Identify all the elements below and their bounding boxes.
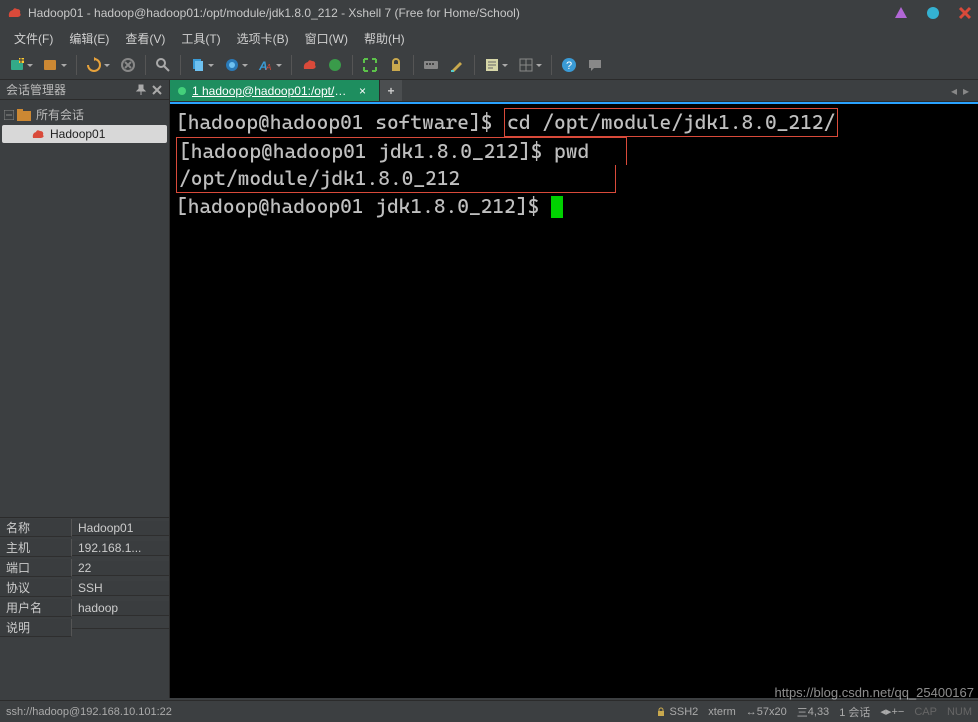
- collapse-icon[interactable]: [4, 110, 14, 120]
- menu-tab[interactable]: 选项卡(B): [229, 28, 297, 49]
- prop-row: 说明: [0, 618, 169, 638]
- svg-text:?: ?: [566, 60, 572, 72]
- tab-close-icon[interactable]: ×: [359, 84, 371, 98]
- maximize-button[interactable]: [926, 6, 940, 20]
- chat-icon[interactable]: [584, 54, 606, 76]
- prop-row: 协议SSH: [0, 578, 169, 598]
- svg-text:A: A: [265, 63, 271, 72]
- lock-icon[interactable]: [385, 54, 407, 76]
- term-output: /opt/module/jdk1.8.0_212: [179, 166, 460, 190]
- script-icon[interactable]: [481, 54, 503, 76]
- tree-item-label: Hadoop01: [50, 127, 105, 141]
- status-num: NUM: [947, 706, 972, 718]
- reconnect-icon[interactable]: [83, 54, 105, 76]
- xftp-icon[interactable]: [324, 54, 346, 76]
- right-pane: 1 hadoop@hadoop01:/opt/m... × + ◂ ▸ [had…: [170, 80, 978, 698]
- font-icon[interactable]: AA: [255, 54, 277, 76]
- session-tree[interactable]: 所有会话 Hadoop01: [0, 100, 169, 517]
- close-button[interactable]: [958, 6, 972, 20]
- watermark: https://blog.csdn.net/qq_25400167: [775, 685, 975, 700]
- window-title: Hadoop01 - hadoop@hadoop01:/opt/module/j…: [28, 6, 876, 20]
- app-icon: [6, 5, 22, 21]
- menu-file[interactable]: 文件(F): [6, 28, 61, 49]
- prop-row: 名称Hadoop01: [0, 518, 169, 538]
- menu-view[interactable]: 查看(V): [117, 28, 173, 49]
- layout-icon[interactable]: [515, 54, 537, 76]
- prop-row: 用户名hadoop: [0, 598, 169, 618]
- menu-help[interactable]: 帮助(H): [356, 28, 413, 49]
- copy-icon[interactable]: [187, 54, 209, 76]
- term-prompt: [hadoop@hadoop01 jdk1.8.0_212]$: [176, 194, 551, 218]
- term-prompt: [hadoop@hadoop01 jdk1.8.0_212]$: [179, 139, 554, 163]
- minimize-button[interactable]: [894, 6, 908, 20]
- prop-key: 说明: [0, 619, 72, 637]
- prop-value: 192.168.1...: [72, 541, 169, 556]
- term-cmd: pwd: [554, 139, 589, 163]
- tab-hadoop01[interactable]: 1 hadoop@hadoop01:/opt/m... ×: [170, 80, 380, 101]
- properties-table: 名称Hadoop01 主机192.168.1... 端口22 协议SSH 用户名…: [0, 517, 169, 698]
- prop-value: 22: [72, 561, 169, 576]
- tree-item-hadoop01[interactable]: Hadoop01: [2, 125, 167, 143]
- tab-nav: ◂ ▸: [942, 80, 978, 101]
- term-cmd: cd /opt/module/jdk1.8.0_212/: [504, 108, 838, 137]
- term-prompt: [hadoop@hadoop01 software]$: [176, 110, 504, 134]
- menu-bar: 文件(F) 编辑(E) 查看(V) 工具(T) 选项卡(B) 窗口(W) 帮助(…: [0, 26, 978, 50]
- tab-prev-icon[interactable]: ◂: [951, 84, 957, 98]
- tab-label: 1 hadoop@hadoop01:/opt/m...: [192, 84, 353, 98]
- prop-key: 用户名: [0, 599, 72, 617]
- search-icon[interactable]: [152, 54, 174, 76]
- status-connection: ssh://hadoop@192.168.10.101:22: [6, 706, 646, 718]
- new-session-icon[interactable]: [6, 54, 28, 76]
- disconnect-icon[interactable]: [117, 54, 139, 76]
- open-session-icon[interactable]: [40, 54, 62, 76]
- session-icon: [30, 127, 46, 141]
- panel-close-icon[interactable]: [151, 84, 163, 96]
- menu-window[interactable]: 窗口(W): [297, 28, 356, 49]
- menu-tools[interactable]: 工具(T): [173, 28, 228, 49]
- status-dot-icon: [178, 87, 186, 95]
- prop-value: [72, 628, 169, 629]
- new-tab-button[interactable]: +: [380, 80, 402, 101]
- fullscreen-icon[interactable]: [359, 54, 381, 76]
- session-panel-header: 会话管理器: [0, 80, 169, 100]
- keyboard-icon[interactable]: [420, 54, 442, 76]
- prop-value: hadoop: [72, 601, 169, 616]
- status-ssh: SSH2: [656, 706, 699, 718]
- status-bar: ssh://hadoop@192.168.10.101:22 SSH2 xter…: [0, 700, 978, 722]
- xshell-icon[interactable]: [298, 54, 320, 76]
- prop-key: 名称: [0, 519, 72, 537]
- folder-icon: [16, 108, 32, 122]
- highlight-icon[interactable]: [446, 54, 468, 76]
- toolbar: AA ?: [0, 50, 978, 80]
- prop-key: 主机: [0, 539, 72, 557]
- terminal[interactable]: [hadoop@hadoop01 software]$ cd /opt/modu…: [170, 102, 978, 698]
- status-term: xterm: [708, 706, 736, 718]
- pin-icon[interactable]: [135, 84, 147, 96]
- status-uptime: 三 4,33: [797, 704, 829, 720]
- session-panel: 会话管理器 所有会话 Hadoop01 名称Hadoop01 主机192.168…: [0, 80, 170, 698]
- tree-root-label: 所有会话: [36, 106, 84, 123]
- prop-key: 协议: [0, 579, 72, 597]
- status-size: ↔ 57x20: [746, 706, 787, 718]
- lock-small-icon: [656, 707, 666, 717]
- prop-key: 端口: [0, 559, 72, 577]
- paste-icon[interactable]: [221, 54, 243, 76]
- menu-edit[interactable]: 编辑(E): [61, 28, 117, 49]
- prop-row: 端口22: [0, 558, 169, 578]
- cursor-icon: [551, 196, 563, 218]
- tree-root[interactable]: 所有会话: [2, 104, 167, 125]
- tab-next-icon[interactable]: ▸: [963, 84, 969, 98]
- tab-bar: 1 hadoop@hadoop01:/opt/m... × + ◂ ▸: [170, 80, 978, 102]
- status-cap: CAP: [914, 706, 937, 718]
- prop-value: Hadoop01: [72, 521, 169, 536]
- session-panel-title: 会话管理器: [6, 81, 131, 98]
- prop-row: 主机192.168.1...: [0, 538, 169, 558]
- help-icon[interactable]: ?: [558, 54, 580, 76]
- main-area: 会话管理器 所有会话 Hadoop01 名称Hadoop01 主机192.168…: [0, 80, 978, 698]
- prop-value: SSH: [72, 581, 169, 596]
- title-bar: Hadoop01 - hadoop@hadoop01:/opt/module/j…: [0, 0, 978, 26]
- status-nav[interactable]: ◂ ▸ + −: [880, 705, 904, 718]
- status-sessions: 1 会话: [839, 704, 870, 720]
